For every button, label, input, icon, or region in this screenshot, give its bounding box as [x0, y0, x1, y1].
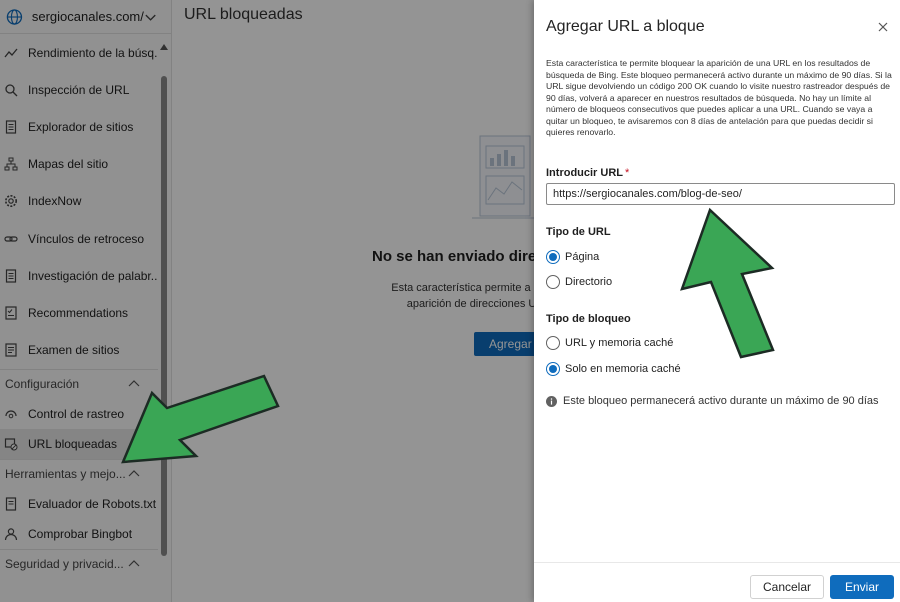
- arrow-to-url-input: [680, 207, 775, 359]
- arrow-to-url-bloqueadas: [121, 374, 280, 464]
- annotation-arrows: [121, 207, 775, 464]
